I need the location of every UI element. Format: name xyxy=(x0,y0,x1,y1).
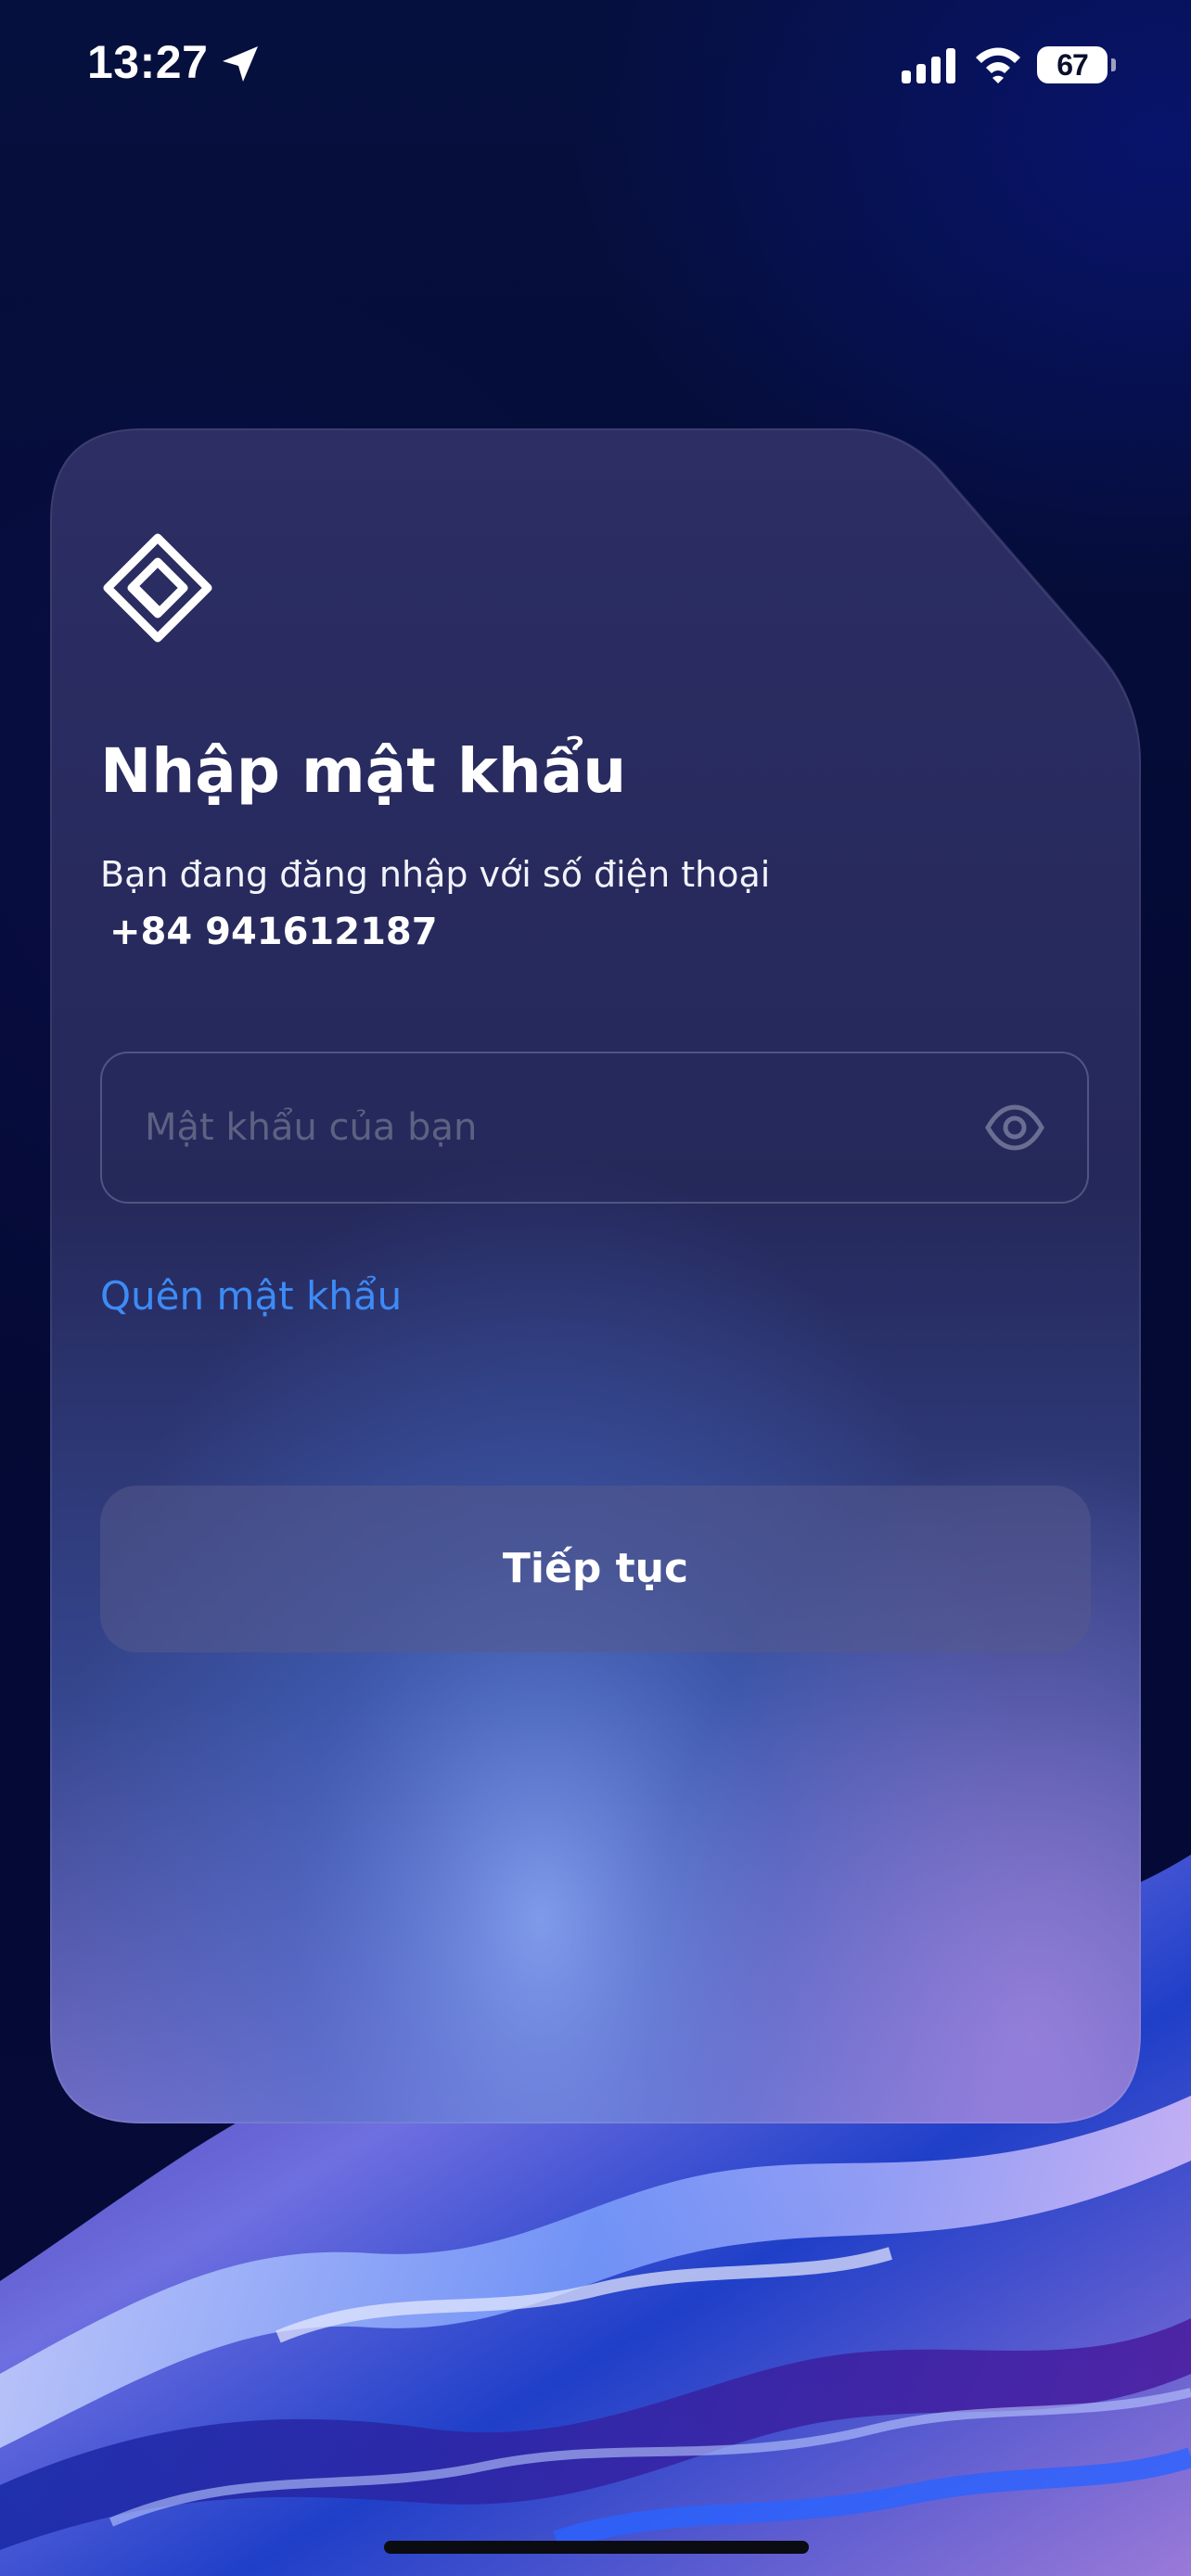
eye-icon[interactable] xyxy=(985,1102,1044,1154)
battery-icon: 67 xyxy=(1037,46,1116,85)
login-subtitle: Bạn đang đăng nhập với số điện thoại xyxy=(100,854,771,895)
home-indicator xyxy=(384,2541,809,2554)
forgot-password-link[interactable]: Quên mật khẩu xyxy=(100,1270,402,1322)
phone-number: +84 941612187 xyxy=(109,911,438,953)
wifi-icon xyxy=(976,47,1020,83)
password-field xyxy=(100,1052,1089,1204)
status-bar: 13:27 67 xyxy=(0,0,1191,139)
location-arrow-icon xyxy=(223,46,258,82)
login-password-screen: 13:27 67 Nhập mật khẩu Bạn đang đăng nhậ… xyxy=(0,0,1191,2576)
login-card: Nhập mật khẩu Bạn đang đăng nhập với số … xyxy=(50,428,1141,2123)
diamond-logo-icon xyxy=(103,533,212,643)
status-time: 13:27 xyxy=(87,36,209,88)
password-input[interactable] xyxy=(145,1053,961,1202)
battery-level: 67 xyxy=(1037,46,1108,83)
cellular-signal-icon xyxy=(902,48,955,83)
continue-button[interactable]: Tiếp tục xyxy=(100,1486,1091,1652)
page-title: Nhập mật khẩu xyxy=(100,735,627,807)
battery-cap xyxy=(1111,58,1116,71)
